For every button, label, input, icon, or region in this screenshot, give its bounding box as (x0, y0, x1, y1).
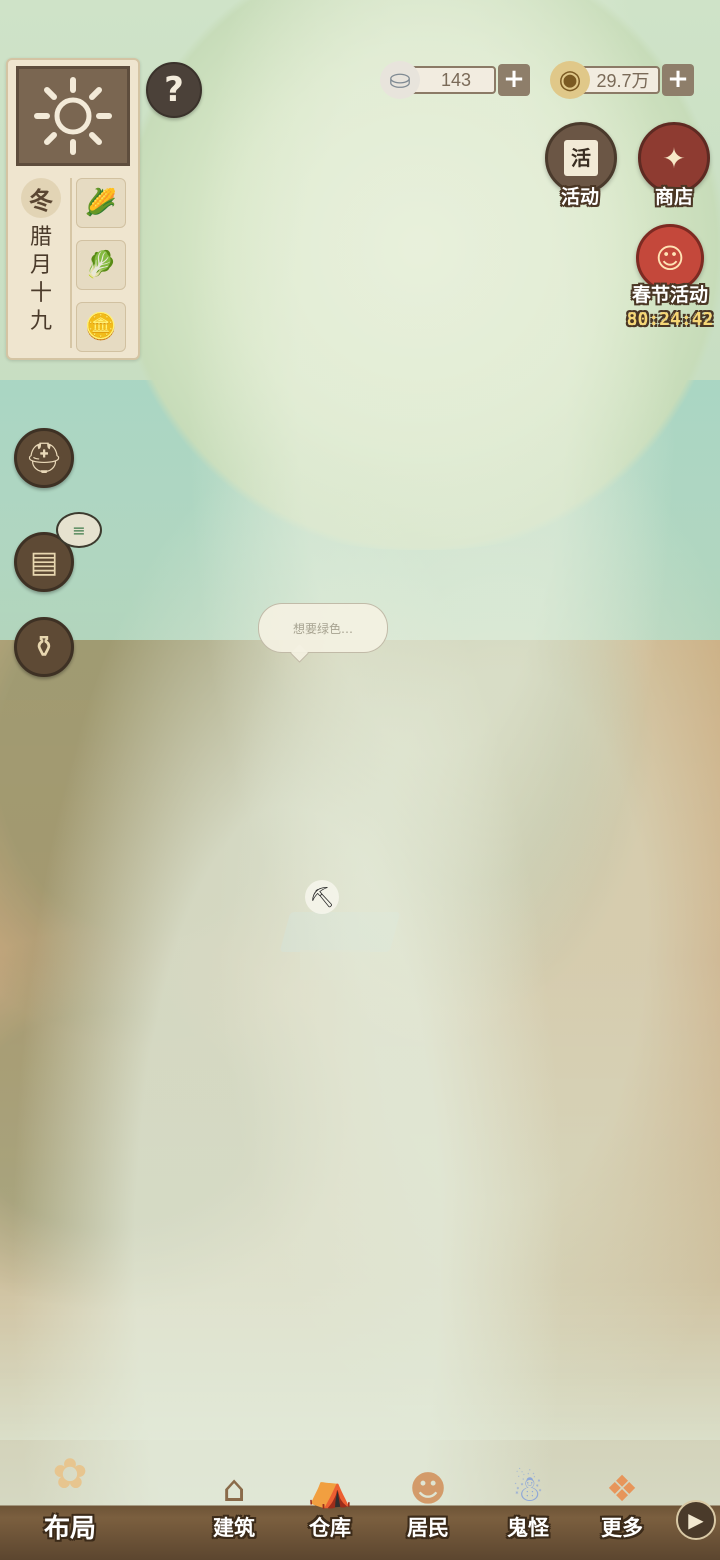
nav-ghosts-label: 鬼怪 (507, 1516, 549, 1540)
cloth-bag-icon: ⚱ (31, 629, 57, 665)
cabbage-icon[interactable]: 🥬 (76, 240, 126, 290)
layout-characters-icon: ✿ (52, 1448, 88, 1498)
corn-icon[interactable]: 🌽 (76, 178, 126, 228)
seasonal-items: 🌽 🥬 🪙 (76, 178, 130, 364)
pickaxe-icon[interactable]: ⛏ (305, 880, 339, 914)
calendar-panel: 冬 腊 月 十 九 🌽 🥬 🪙 (6, 58, 140, 360)
date-char: 十 (29, 281, 52, 306)
villager-speech-bubble: 想要绿色… (258, 603, 388, 653)
date-column: 冬 腊 月 十 九 (16, 178, 66, 348)
help-button[interactable]: ? (146, 62, 202, 118)
date-char: 月 (29, 253, 52, 278)
date-char: 腊 (29, 225, 52, 250)
activity-badge: 活 (564, 140, 598, 176)
add-coin-button[interactable]: + (662, 64, 694, 96)
spring-festival-label: 春节活动 (631, 284, 708, 306)
shop-label: 商店 (654, 186, 693, 208)
expand-menu-button[interactable]: ▶ (676, 1500, 716, 1540)
ghost-icon: ☃ (511, 1468, 545, 1510)
add-silver-button[interactable]: + (498, 64, 530, 96)
season-badge: 冬 (21, 178, 61, 218)
straw-hat-villager-icon: ⛑ (24, 440, 64, 476)
ingot-icon[interactable]: 🪙 (76, 302, 126, 352)
date-char: 九 (29, 309, 52, 334)
resident-icon: ☻ (409, 1468, 447, 1510)
coin-currency: ◉ 29.7万 + (550, 61, 694, 99)
nav-more-label: 更多 (601, 1516, 643, 1540)
lantern-icon: ❖ (605, 1468, 639, 1510)
nav-build-label: 建筑 (213, 1516, 255, 1540)
shop-button[interactable]: ✦ 商店 (636, 122, 712, 209)
scroll-note-icon[interactable]: ≡ (56, 512, 102, 548)
silver-ingot-icon: ⛀ (380, 61, 420, 99)
panel-divider (70, 178, 72, 348)
book-icon: ▤ (29, 544, 59, 580)
question-icon: ? (164, 70, 184, 110)
spring-festival-button[interactable]: ☺ 春节活动 80:24:42 (620, 224, 720, 330)
silver-currency: ⛀ 143 + (380, 61, 530, 99)
warehouse-icon: ⛺ (307, 1469, 353, 1510)
play-arrow-icon: ▶ (688, 1508, 704, 1532)
activity-button[interactable]: 活 活动 (545, 122, 617, 209)
nav-residents[interactable]: ☻ 居民 (386, 1462, 470, 1542)
sun-icon (34, 77, 112, 155)
copper-coin-icon: ◉ (550, 61, 590, 99)
activity-label: 活动 (560, 186, 599, 208)
nav-build[interactable]: ⌂ 建筑 (192, 1462, 276, 1542)
bag-button[interactable]: ⚱ (14, 617, 74, 677)
festival-timer: 80:24:42 (626, 309, 714, 330)
layout-button[interactable]: ✿ 布局 (0, 1430, 140, 1560)
nav-warehouse[interactable]: ⛺ 仓库 (288, 1462, 372, 1542)
weather-sun[interactable] (16, 66, 130, 166)
nav-warehouse-label: 仓库 (309, 1516, 351, 1540)
building-icon: ⌂ (222, 1468, 246, 1510)
layout-label: 布局 (43, 1514, 96, 1544)
lunar-date: 腊 月 十 九 (16, 224, 66, 336)
nav-more[interactable]: ❖ 更多 (580, 1462, 664, 1542)
nav-residents-label: 居民 (407, 1516, 449, 1540)
game-screen: 冬 腊 月 十 九 🌽 🥬 🪙 ? ⛀ 143 + ◉ 29.7万 + 活 活动… (0, 0, 720, 1560)
villager-portrait-button[interactable]: ⛑ (14, 428, 74, 488)
nav-ghosts[interactable]: ☃ 鬼怪 (486, 1462, 570, 1542)
